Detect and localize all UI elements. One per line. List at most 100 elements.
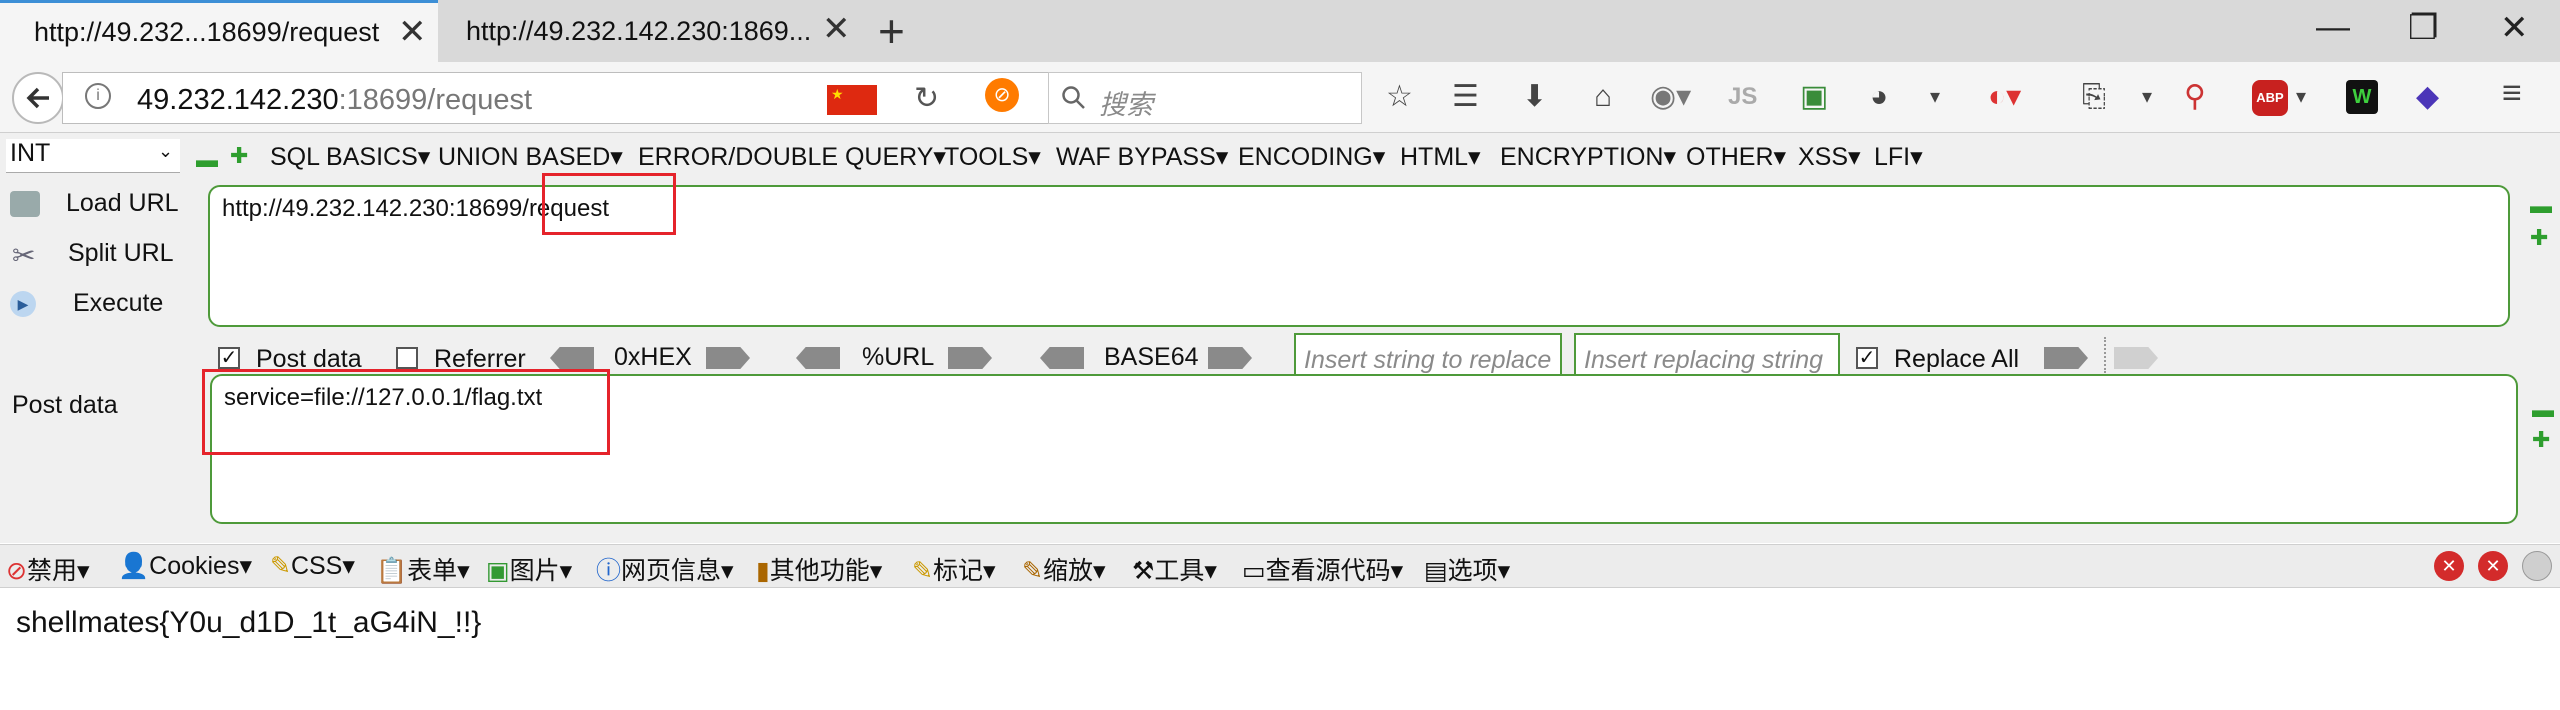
search-icon xyxy=(1062,86,1085,109)
forms-menu[interactable]: 📋表单▾ xyxy=(376,551,470,587)
tab-label: http://49.232...18699/request xyxy=(34,17,380,47)
image-tool-icon[interactable]: ▣ xyxy=(1800,80,1828,114)
bookmark-star-icon[interactable]: ☆ xyxy=(1386,80,1413,114)
dropdown-icon[interactable]: ▾ xyxy=(2296,80,2306,114)
misc-menu[interactable]: ▮其他功能▾ xyxy=(756,551,882,587)
menu-tools[interactable]: TOOLS▾ xyxy=(944,142,1041,172)
block-icon[interactable]: ⊘ xyxy=(985,78,1019,112)
resize-menu[interactable]: ✎缩放▾ xyxy=(1022,551,1106,587)
menu-sql-basics[interactable]: SQL BASICS▾ xyxy=(270,142,430,172)
view-source-menu[interactable]: ▭查看源代码▾ xyxy=(1242,551,1403,587)
reading-list-icon[interactable]: ☰ xyxy=(1452,80,1479,114)
menu-xss[interactable]: XSS▾ xyxy=(1798,142,1861,172)
menu-lfi[interactable]: LFI▾ xyxy=(1874,142,1923,172)
outline-label: 标记▾ xyxy=(932,557,996,585)
plus-icon[interactable]: ✚ xyxy=(230,145,248,167)
menu-html[interactable]: HTML▾ xyxy=(1400,142,1481,172)
plus-icon[interactable]: ✚ xyxy=(2530,227,2548,249)
highlight-box-request xyxy=(542,173,676,235)
highlight-box-post-data xyxy=(202,369,610,455)
search-box[interactable]: 搜索 xyxy=(1048,72,1362,124)
close-tab-icon[interactable]: ✕ xyxy=(398,15,427,49)
options-menu[interactable]: ▤选项▾ xyxy=(1424,551,1510,587)
menu-error-double-query[interactable]: ERROR/DOUBLE QUERY▾ xyxy=(638,142,946,172)
adblock-icon[interactable]: ABP xyxy=(2252,80,2288,116)
replace-left-button[interactable] xyxy=(2044,347,2088,369)
status-icon[interactable] xyxy=(2522,551,2552,581)
base64-label: BASE64 xyxy=(1104,343,1199,371)
info-icon: ⓘ xyxy=(596,557,622,585)
js-icon[interactable]: JS xyxy=(1728,80,1757,114)
outline-menu[interactable]: ✎标记▾ xyxy=(912,551,996,587)
minus-icon[interactable]: ▬ xyxy=(196,149,218,171)
new-tab-button[interactable]: + xyxy=(878,4,905,58)
post-data-checkbox[interactable]: ✓ xyxy=(218,347,240,369)
terminal-icon: ▭ xyxy=(1242,557,1266,585)
user-icon: 👤 xyxy=(118,552,150,580)
minus-icon[interactable]: ▬ xyxy=(2530,195,2552,217)
disable-menu[interactable]: ⊘禁用▾ xyxy=(6,551,90,587)
menu-waf-bypass[interactable]: WAF BYPASS▾ xyxy=(1056,142,1228,172)
load-url-icon xyxy=(10,191,40,217)
hex-label: 0xHEX xyxy=(614,343,692,371)
window-close-button[interactable]: ✕ xyxy=(2500,8,2529,48)
replace-all-checkbox[interactable]: ✓ xyxy=(1856,347,1878,369)
url-host: 49.232.142.230 xyxy=(137,84,339,116)
url-path: :18699/request xyxy=(338,84,533,116)
hex-decode-button[interactable] xyxy=(550,347,594,369)
tab-request-active[interactable]: http://49.232...18699/request ✕ xyxy=(0,0,438,62)
css-menu[interactable]: ✎CSS▾ xyxy=(270,551,355,581)
url-encode-button[interactable] xyxy=(948,347,992,369)
tools-menu[interactable]: ⚒工具▾ xyxy=(1132,551,1217,587)
close-tab-icon[interactable]: ✕ xyxy=(822,12,851,46)
dropdown-icon[interactable]: ▾ xyxy=(1930,80,1940,114)
minus-icon[interactable]: ▬ xyxy=(2532,399,2554,421)
images-menu[interactable]: ▣图片▾ xyxy=(486,551,572,587)
cookies-label: Cookies▾ xyxy=(149,552,253,580)
clipboard-icon: 📋 xyxy=(376,557,408,585)
page-tool-icon[interactable]: ⎘ xyxy=(2082,80,2106,114)
warning-icon[interactable]: ✕ xyxy=(2478,551,2508,581)
replace-right-button[interactable] xyxy=(2114,347,2158,369)
layers-icon[interactable]: ◆ xyxy=(2416,80,2439,114)
spacer xyxy=(210,241,234,257)
reload-icon[interactable]: ↻ xyxy=(914,81,939,116)
base64-decode-button[interactable] xyxy=(1040,347,1084,369)
pencil-icon: ✎ xyxy=(270,552,291,580)
menu-encoding[interactable]: ENCODING▾ xyxy=(1238,142,1385,172)
home-icon[interactable]: ⌂ xyxy=(1594,80,1612,114)
marker-icon: ✎ xyxy=(912,557,933,585)
back-button[interactable] xyxy=(12,72,64,124)
china-flag-icon: ★ xyxy=(827,85,877,115)
hex-encode-button[interactable] xyxy=(706,347,750,369)
menu-encryption[interactable]: ENCRYPTION▾ xyxy=(1500,142,1676,172)
error-icon[interactable]: ✕ xyxy=(2434,551,2464,581)
minimize-button[interactable]: — xyxy=(2316,8,2350,47)
cookies-menu[interactable]: 👤Cookies▾ xyxy=(118,551,252,581)
menu-icon[interactable]: ≡ xyxy=(2502,76,2522,110)
globe-icon[interactable]: ◉▾ xyxy=(1650,80,1691,114)
dropdown-icon[interactable]: ▾ xyxy=(2142,80,2152,114)
menu-other[interactable]: OTHER▾ xyxy=(1686,142,1786,172)
palette-icon[interactable]: ◕ xyxy=(1870,80,1888,114)
options-icon: ▤ xyxy=(1424,557,1448,585)
info-icon[interactable]: i xyxy=(85,83,111,109)
navigation-bar: i 49.232.142.230:18699/request ★ ↻ ⊘ 搜索 … xyxy=(0,62,2560,133)
search-tool-icon[interactable]: ⚲ xyxy=(2184,80,2206,114)
hackbar-icon[interactable]: ◐▾ xyxy=(1988,80,2021,114)
download-icon[interactable]: ⬇ xyxy=(1522,80,1547,114)
base64-encode-button[interactable] xyxy=(1208,347,1252,369)
int-select[interactable]: INT ⌄ xyxy=(6,139,180,173)
wot-icon[interactable]: W xyxy=(2346,80,2378,114)
tab-bar: http://49.232...18699/request ✕ http://4… xyxy=(0,0,2560,62)
tab-request-2[interactable]: http://49.232.142.230:1869... ✕ xyxy=(440,0,860,62)
plus-icon[interactable]: ✚ xyxy=(2532,429,2550,451)
page-info-label: 网页信息▾ xyxy=(621,557,734,585)
url-decode-button[interactable] xyxy=(796,347,840,369)
menu-union-based[interactable]: UNION BASED▾ xyxy=(438,142,623,172)
page-info-menu[interactable]: ⓘ网页信息▾ xyxy=(596,551,734,587)
restore-button[interactable]: ❐ xyxy=(2408,8,2438,48)
url-encode-label: %URL xyxy=(862,343,935,371)
referrer-checkbox[interactable] xyxy=(396,347,418,369)
tools-label: 工具▾ xyxy=(1154,557,1217,585)
